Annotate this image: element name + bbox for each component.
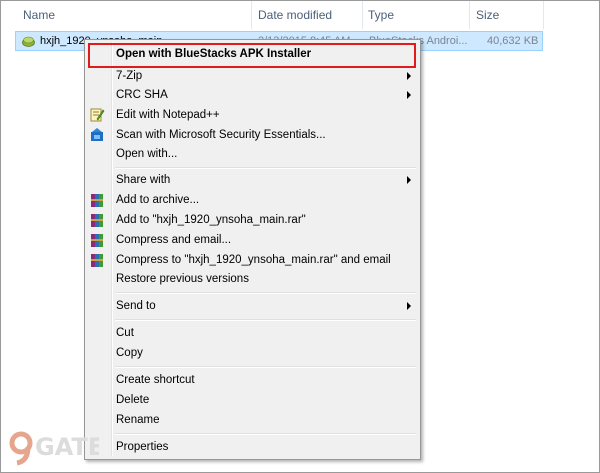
column-name[interactable]: Name — [23, 1, 55, 29]
menu-item-properties[interactable]: Properties — [85, 437, 420, 457]
notepad-plus-plus-icon — [90, 108, 105, 122]
menu-separator — [115, 319, 416, 321]
security-essentials-icon — [91, 128, 103, 141]
annotation-highlight-box — [88, 43, 416, 68]
menu-item-share-with[interactable]: Share with — [85, 170, 420, 190]
menu-item-edit-notepad[interactable]: Edit with Notepad++ — [85, 105, 420, 125]
column-date-modified[interactable]: Date modified — [258, 1, 332, 29]
menu-item-label: Create shortcut — [116, 374, 195, 386]
site-watermark-logo: GATE — [9, 425, 104, 469]
menu-item-label: Restore previous versions — [116, 273, 249, 285]
winrar-icon — [91, 214, 103, 227]
menu-item-delete[interactable]: Delete — [85, 390, 420, 410]
menu-item-create-shortcut[interactable]: Create shortcut — [85, 370, 420, 390]
menu-item-restore-versions[interactable]: Restore previous versions — [85, 269, 420, 289]
submenu-arrow-icon — [407, 302, 411, 310]
winrar-icon — [91, 194, 103, 207]
submenu-arrow-icon — [407, 72, 411, 80]
winrar-icon — [91, 234, 103, 247]
menu-item-label: Add to archive... — [116, 194, 200, 206]
menu-item-scan-mse[interactable]: Scan with Microsoft Security Essentials.… — [85, 125, 420, 145]
menu-item-copy[interactable]: Copy — [85, 343, 420, 363]
submenu-arrow-icon — [407, 91, 411, 99]
submenu-arrow-icon — [407, 176, 411, 184]
menu-item-label: Add to "hxjh_1920_ynsoha_main.rar" — [116, 214, 306, 226]
column-divider[interactable] — [543, 1, 544, 29]
column-divider[interactable] — [251, 1, 252, 29]
menu-item-open-with[interactable]: Open with... — [85, 144, 420, 164]
menu-item-send-to[interactable]: Send to — [85, 296, 420, 316]
winrar-icon — [91, 254, 103, 267]
menu-item-label: Share with — [116, 174, 171, 186]
watermark-text: GATE — [35, 433, 99, 461]
menu-item-label: Rename — [116, 414, 160, 426]
watermark-logo-icon: GATE — [9, 431, 104, 466]
menu-separator — [115, 167, 416, 169]
menu-item-label: Delete — [116, 394, 150, 406]
menu-item-label: Compress to "hxjh_1920_ynsoha_main.rar" … — [116, 254, 391, 266]
column-divider[interactable] — [469, 1, 470, 29]
menu-separator — [115, 292, 416, 294]
menu-item-label: Properties — [116, 441, 169, 453]
menu-item-label: Cut — [116, 327, 134, 339]
apk-file-icon — [22, 36, 35, 47]
menu-item-label: 7-Zip — [116, 70, 143, 82]
explorer-window: Name Date modified Type Size hxjh_1920_y… — [0, 0, 600, 473]
menu-item-rename[interactable]: Rename — [85, 410, 420, 430]
column-size[interactable]: Size — [476, 1, 499, 29]
column-divider[interactable] — [362, 1, 363, 29]
menu-separator — [115, 433, 416, 435]
context-menu: Open with BlueStacks APK Installer 7-Zip… — [84, 39, 421, 460]
menu-item-label: Copy — [116, 347, 143, 359]
menu-item-label: Open with... — [116, 148, 178, 160]
menu-item-compress-rar-email[interactable]: Compress to "hxjh_1920_ynsoha_main.rar" … — [85, 250, 420, 270]
menu-item-label: CRC SHA — [116, 89, 168, 101]
menu-item-label: Compress and email... — [116, 234, 232, 246]
file-size: 40,632 KB — [487, 35, 539, 47]
menu-item-label: Send to — [116, 300, 156, 312]
column-type[interactable]: Type — [368, 1, 394, 29]
menu-separator — [115, 366, 416, 368]
menu-item-compress-email[interactable]: Compress and email... — [85, 230, 420, 250]
menu-item-label: Scan with Microsoft Security Essentials.… — [116, 129, 326, 141]
menu-item-label: Edit with Notepad++ — [116, 109, 220, 121]
menu-item-cut[interactable]: Cut — [85, 323, 420, 343]
column-header-bar: Name Date modified Type Size — [1, 1, 599, 29]
menu-item-add-to-rar[interactable]: Add to "hxjh_1920_ynsoha_main.rar" — [85, 210, 420, 230]
menu-item-7zip[interactable]: 7-Zip — [85, 66, 420, 86]
menu-item-add-to-archive[interactable]: Add to archive... — [85, 190, 420, 210]
menu-item-crc-sha[interactable]: CRC SHA — [85, 85, 420, 105]
